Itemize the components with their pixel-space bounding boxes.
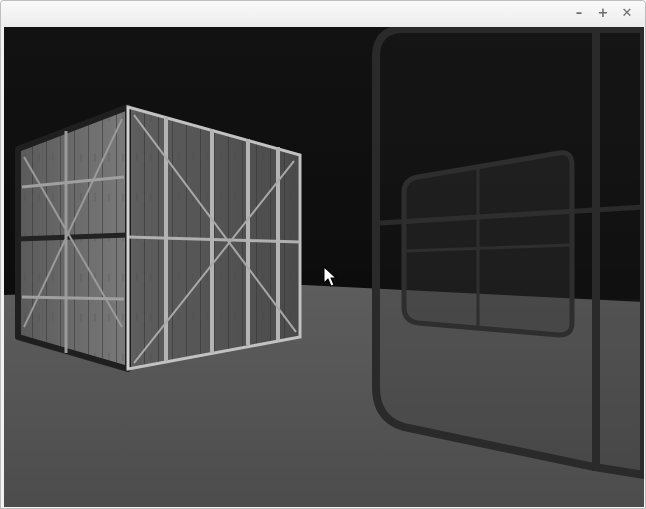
app-window: – + ✕ xyxy=(0,0,646,509)
title-bar[interactable]: – + ✕ xyxy=(1,1,645,27)
close-button[interactable]: ✕ xyxy=(619,6,635,22)
glass-panel xyxy=(372,27,644,480)
maximize-button[interactable]: + xyxy=(595,6,611,22)
scene-render xyxy=(4,27,644,507)
3d-viewport[interactable] xyxy=(4,27,644,507)
crate xyxy=(15,104,302,372)
window-controls: – + ✕ xyxy=(571,6,635,22)
minimize-button[interactable]: – xyxy=(571,6,587,22)
